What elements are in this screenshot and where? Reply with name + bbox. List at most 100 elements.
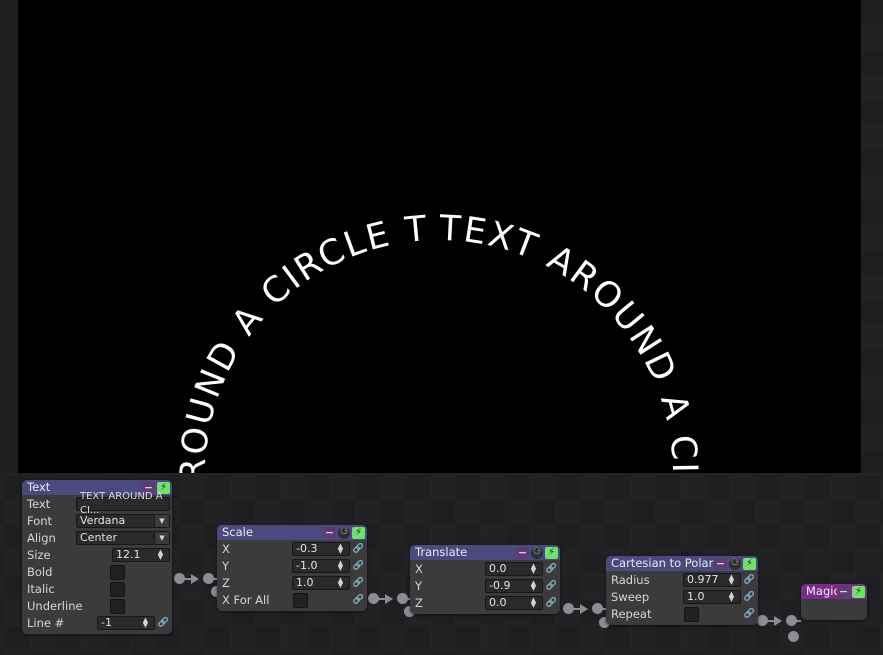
link-icon[interactable]: 🔗 bbox=[743, 590, 756, 604]
node-scale-titlebar[interactable]: Scale − ⚆ ⚡ bbox=[217, 525, 367, 540]
refresh-icon[interactable]: ⚆ bbox=[531, 546, 543, 559]
node-cartesian-to-polar-body: Radius 0.977 ▲ ▼ 🔗 Sweep 1.0 ▲ ▼ 🔗 Repea… bbox=[606, 571, 758, 625]
minus-icon[interactable]: − bbox=[516, 546, 529, 559]
checkbox-bold[interactable] bbox=[110, 564, 125, 580]
spinner-arrows-icon[interactable]: ▲ ▼ bbox=[140, 617, 151, 630]
input-sweep-value: 1.0 bbox=[687, 590, 705, 603]
chevron-down-icon[interactable]: ▼ bbox=[154, 532, 169, 544]
input-scale-y-value: -1.0 bbox=[296, 559, 318, 572]
link-icon[interactable]: 🔗 bbox=[352, 576, 365, 590]
node-magic-title: Magic bbox=[806, 584, 837, 598]
select-align-value: Center bbox=[80, 531, 118, 544]
refresh-icon[interactable]: ⚆ bbox=[338, 526, 350, 539]
label-translate-z: Z bbox=[415, 596, 423, 610]
spinner-arrows-icon[interactable]: ▲ ▼ bbox=[726, 591, 737, 604]
row-scale-x: X -0.3 ▲ ▼ 🔗 bbox=[219, 541, 365, 557]
input-scale-y[interactable]: -1.0 ▲ ▼ bbox=[292, 559, 350, 573]
application-window: TEXT AROUND A CIRCLE TEXT AROUND A CIRCL… bbox=[0, 0, 883, 655]
refresh-icon[interactable]: ⚆ bbox=[729, 557, 741, 570]
spinner-arrows-icon[interactable]: ▲ ▼ bbox=[155, 549, 166, 562]
select-font-value: Verdana bbox=[80, 514, 126, 527]
render-viewport[interactable]: TEXT AROUND A CIRCLE TEXT AROUND A CIRCL… bbox=[18, 0, 861, 473]
lightning-bolt-icon[interactable]: ⚡ bbox=[545, 546, 558, 559]
input-size[interactable]: 12.1 ▲ ▼ bbox=[112, 548, 170, 562]
link-icon[interactable]: 🔗 bbox=[352, 559, 365, 573]
input-line-number[interactable]: -1 ▲ ▼ bbox=[97, 616, 155, 630]
lightning-bolt-icon[interactable]: ⚡ bbox=[743, 557, 756, 570]
label-italic: Italic bbox=[27, 582, 55, 596]
node-text[interactable]: Text − ⚡ Text TEXT AROUND A CI... Font V… bbox=[22, 480, 172, 634]
input-scale-z[interactable]: 1.0 ▲ ▼ bbox=[292, 576, 350, 590]
link-icon[interactable]: 🔗 bbox=[545, 596, 558, 610]
label-size: Size bbox=[27, 548, 51, 562]
row-underline: Underline bbox=[24, 598, 170, 614]
spinner-arrows-icon[interactable]: ▲ ▼ bbox=[335, 577, 346, 590]
link-icon[interactable]: 🔗 bbox=[545, 579, 558, 593]
checkbox-x-for-all[interactable] bbox=[293, 592, 308, 608]
label-font: Font bbox=[27, 514, 53, 528]
row-text: Text TEXT AROUND A CI... bbox=[24, 491, 170, 516]
spinner-arrows-icon[interactable]: ▲ ▼ bbox=[726, 574, 737, 587]
node-translate-body: X 0.0 ▲ ▼ 🔗 Y -0.9 ▲ ▼ 🔗 Z 0.0 ▲ ▼ 🔗 bbox=[410, 560, 560, 614]
input-sweep[interactable]: 1.0 ▲ ▼ bbox=[683, 590, 741, 604]
lightning-bolt-icon[interactable]: ⚡ bbox=[852, 585, 865, 598]
label-text: Text bbox=[27, 497, 51, 511]
link-icon[interactable]: 🔗 bbox=[743, 607, 756, 621]
node-magic[interactable]: Magic − ⚡ bbox=[801, 584, 867, 620]
label-translate-y: Y bbox=[415, 579, 423, 593]
input-text[interactable]: TEXT AROUND A CI... bbox=[76, 491, 170, 516]
row-scale-y: Y -1.0 ▲ ▼ 🔗 bbox=[219, 558, 365, 574]
node-cartesian-to-polar-title: Cartesian to Polar+ bbox=[611, 556, 714, 570]
link-icon[interactable]: 🔗 bbox=[743, 573, 756, 587]
link-icon[interactable]: 🔗 bbox=[352, 593, 365, 607]
lightning-bolt-icon[interactable]: ⚡ bbox=[352, 526, 365, 539]
link-icon[interactable]: 🔗 bbox=[545, 562, 558, 576]
checkbox-underline[interactable] bbox=[110, 598, 125, 614]
node-translate-titlebar[interactable]: Translate − ⚆ ⚡ bbox=[410, 545, 560, 560]
checkbox-italic[interactable] bbox=[110, 581, 125, 597]
spinner-arrows-icon[interactable]: ▲ ▼ bbox=[528, 597, 539, 610]
editor-left-margin bbox=[0, 0, 18, 473]
label-scale-x-for-all: X For All bbox=[222, 593, 270, 607]
input-scale-x[interactable]: -0.3 ▲ ▼ bbox=[292, 542, 350, 556]
node-graph-editor[interactable]: Text − ⚡ Text TEXT AROUND A CI... Font V… bbox=[0, 473, 883, 655]
row-translate-y: Y -0.9 ▲ ▼ 🔗 bbox=[412, 578, 558, 594]
editor-right-margin bbox=[861, 0, 883, 473]
spinner-arrows-icon[interactable]: ▲ ▼ bbox=[528, 563, 539, 576]
spinner-arrows-icon[interactable]: ▲ ▼ bbox=[335, 543, 346, 556]
select-font[interactable]: Verdana ▼ bbox=[76, 514, 170, 528]
select-align[interactable]: Center ▼ bbox=[76, 531, 170, 545]
spinner-arrows-icon[interactable]: ▲ ▼ bbox=[335, 560, 346, 573]
label-translate-x: X bbox=[415, 562, 423, 576]
minus-icon[interactable]: − bbox=[323, 526, 336, 539]
row-repeat: Repeat 🔗 bbox=[608, 606, 756, 622]
node-magic-titlebar[interactable]: Magic − ⚡ bbox=[801, 584, 867, 599]
row-translate-x: X 0.0 ▲ ▼ 🔗 bbox=[412, 561, 558, 577]
spinner-arrows-icon[interactable]: ▲ ▼ bbox=[528, 580, 539, 593]
input-translate-y[interactable]: -0.9 ▲ ▼ bbox=[485, 579, 543, 593]
checkbox-repeat[interactable] bbox=[684, 606, 699, 622]
input-line-number-value: -1 bbox=[101, 616, 112, 629]
link-icon[interactable]: 🔗 bbox=[352, 542, 365, 556]
node-scale-body: X -0.3 ▲ ▼ 🔗 Y -1.0 ▲ ▼ 🔗 Z 1.0 ▲ ▼ 🔗 X … bbox=[217, 540, 367, 611]
circular-text-render: TEXT AROUND A CIRCLE TEXT AROUND A CIRCL… bbox=[18, 0, 702, 473]
label-scale-z: Z bbox=[222, 576, 230, 590]
node-cartesian-to-polar[interactable]: Cartesian to Polar+ − ⚆ ⚡ Radius 0.977 ▲… bbox=[606, 556, 758, 625]
chevron-down-icon[interactable]: ▼ bbox=[154, 515, 169, 527]
row-line-number: Line # -1 ▲ ▼ 🔗 bbox=[24, 615, 170, 631]
node-scale[interactable]: Scale − ⚆ ⚡ X -0.3 ▲ ▼ 🔗 Y -1.0 ▲ ▼ 🔗 Z … bbox=[217, 525, 367, 611]
label-sweep: Sweep bbox=[611, 590, 650, 604]
label-radius: Radius bbox=[611, 573, 650, 587]
minus-icon[interactable]: − bbox=[714, 557, 727, 570]
input-radius[interactable]: 0.977 ▲ ▼ bbox=[683, 573, 741, 587]
label-line-number: Line # bbox=[27, 616, 65, 630]
node-translate[interactable]: Translate − ⚆ ⚡ X 0.0 ▲ ▼ 🔗 Y -0.9 ▲ ▼ 🔗… bbox=[410, 545, 560, 614]
minus-icon[interactable]: − bbox=[837, 585, 850, 598]
input-scale-z-value: 1.0 bbox=[296, 576, 314, 589]
node-cartesian-to-polar-titlebar[interactable]: Cartesian to Polar+ − ⚆ ⚡ bbox=[606, 556, 758, 571]
link-icon[interactable]: 🔗 bbox=[157, 616, 170, 630]
input-translate-z[interactable]: 0.0 ▲ ▼ bbox=[485, 596, 543, 610]
row-align: Align Center ▼ bbox=[24, 530, 170, 546]
input-translate-x[interactable]: 0.0 ▲ ▼ bbox=[485, 562, 543, 576]
magic-input-socket-2[interactable] bbox=[788, 631, 799, 642]
